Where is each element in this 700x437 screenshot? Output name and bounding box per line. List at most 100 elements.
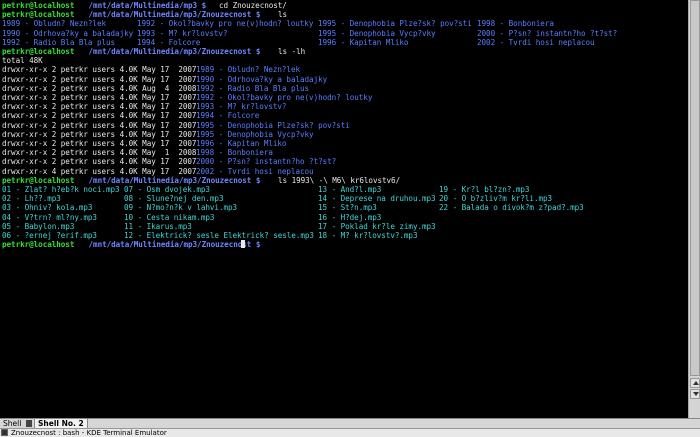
directory-entry: 17 - Poklad kr?le zimy.mp3	[318, 221, 436, 231]
directory-entry: 02 - Lh??.mp3	[2, 194, 61, 204]
terminal-line: drwxr-xr-x 2 petrkr users 4.0K May 17 20…	[2, 157, 686, 166]
directory-entry: 03 - Ohniv? kola.mp3	[2, 203, 93, 213]
terminal-line: 04 - V?trn? ml?ny.mp3 10 - Cesta nikam.mp…	[2, 213, 686, 222]
directory-entry: 10 - Cesta nikam.mp3	[124, 212, 215, 222]
tab-label: Shell	[3, 419, 22, 428]
directory-entry: 1990 - Odrhova?ky a baladajky	[196, 74, 328, 84]
terminal-text: drwxr-xr-x 2 petrkr users 4.0K May 17 20…	[2, 120, 201, 130]
directory-entry: 16 - H?dej.mp3	[318, 212, 382, 222]
prompt-path: /mnt/data/Multinedia/mp3/Znouzecnost $	[84, 240, 265, 250]
terminal-line: 1992 - Radio Bla Bla plus 1994 - Folcore 1…	[2, 38, 686, 47]
directory-entry: 1993 - M? kr?lovstv?	[196, 102, 287, 112]
scroll-up-arrow-icon[interactable]	[690, 378, 700, 388]
directory-entry: 1994 - Folcore	[196, 111, 260, 121]
terminal-text: drwxr-xr-x 4 petrkr users 4.0K May 17 20…	[2, 166, 201, 176]
directory-entry: 1992 - Radio Bla Bla plus	[196, 83, 310, 93]
directory-entry: 1989 - Obludn? Nezn?lek	[2, 19, 107, 29]
directory-entry: 07 - Osm dvojek.mp3	[124, 185, 210, 194]
directory-entry: 18 - M? kr?lovstv?.mp3	[318, 231, 418, 240]
directory-entry: 20 - O b?zliv?m kr?li.mp3	[439, 194, 553, 204]
terminal-text: drwxr-xr-x 2 petrkr users 4.0K May 17 20…	[2, 139, 201, 148]
terminal-line: drwxr-xr-x 2 petrkr users 4.0K May 17 20…	[2, 121, 686, 130]
terminal-line: petrkr@localhost /mnt/data/Multinedia/mp…	[2, 240, 686, 249]
terminal-line: drwxr-xr-x 2 petrkr users 4.0K May 17 20…	[2, 139, 686, 148]
terminal-line: drwxr-xr-x 2 petrkr users 4.0K May 17 20…	[2, 75, 686, 84]
terminal-line: petrkr@localhost /mnt/data/Multinedia/mp…	[2, 176, 686, 185]
directory-entry: 1998 - Bonboniera	[196, 148, 273, 158]
directory-entry: 1990 - Odrhova?ky a baladajky	[2, 28, 134, 38]
directory-entry: 1993 - M? kr?lovstv?	[137, 28, 228, 38]
prompt-user-host: petrkr@localhost	[2, 47, 75, 56]
directory-entry: 12 - Elektrick? sesle Elektrick? sesle.m…	[124, 231, 314, 240]
terminal-line: drwxr-xr-x 2 petrkr users 4.0K May 17 20…	[2, 102, 686, 111]
directory-entry: 14 - Deprese na druhou.mp3	[318, 194, 436, 204]
directory-entry: 1995 - Denophobia Vycp?vky	[318, 28, 436, 38]
scroll-down-arrow-icon[interactable]	[690, 389, 700, 399]
scrollbar-thumb[interactable]	[690, 0, 700, 376]
directory-entry: 2002 - Tvrdi hosi neplacou	[196, 166, 314, 176]
terminal-line: petrkr@localhost /mnt/data/Multinedia/mp…	[2, 1, 686, 10]
terminal-output[interactable]: petrkr@localhost /mnt/data/Multinedia/mp…	[0, 0, 688, 418]
terminal-text: cd Znouzecnost/	[219, 1, 287, 10]
terminal-line: drwxr-xr-x 2 petrkr users 4.0K May 17 20…	[2, 65, 686, 74]
directory-entry: 2000 - P?sn? instantn?ho ?t?st?	[196, 157, 337, 167]
directory-entry: 1992 - Okol?bavky pro ne(v)hodn? loutky	[196, 93, 373, 102]
terminal-line: drwxr-xr-x 2 petrkr users 4.0K May 17 20…	[2, 130, 686, 139]
directory-entry: 06 - ?ernej ?erif.mp3	[2, 231, 97, 240]
tab-shell-no-2[interactable]: Shell No. 2	[34, 419, 88, 428]
directory-entry: 1995 - Denophobia Vycp?vky	[196, 129, 314, 139]
directory-entry: 1996 - Kapitan Mliko	[318, 37, 409, 47]
terminal-line: 1990 - Odrhova?ky a baladajky 1993 - M? k…	[2, 29, 686, 38]
terminal-text: total 48K	[2, 56, 43, 66]
directory-entry: 13 - And?l.mp3	[318, 185, 382, 194]
terminal-line: drwxr-xr-x 2 petrkr users 4.0K May 17 20…	[2, 111, 686, 120]
prompt-user-host: petrkr@localhost	[2, 240, 75, 250]
directory-entry: 09 - N?mo?n?k v lahvi.mp3	[124, 203, 238, 213]
terminal-text: drwxr-xr-x 2 petrkr users 4.0K May 17 20…	[2, 93, 201, 102]
directory-entry: 1989 - Obludn? Nezn?lek	[196, 65, 301, 75]
terminal-text: drwxr-xr-x 2 petrkr users 4.0K May 17 20…	[2, 157, 201, 167]
prompt-path: /mnt/data/Multinedia/mp3/Znouzecnost $	[84, 47, 265, 56]
tab-label: Shell No. 2	[38, 419, 84, 428]
terminal-text: drwxr-xr-x 2 petrkr users 4.0K Aug 4 200…	[2, 83, 201, 93]
window-title: Znouzecnost : bash - KDE Terminal Emulat…	[11, 429, 167, 437]
terminal-text: drwxr-xr-x 2 petrkr users 4.0K May 17 20…	[2, 111, 201, 121]
terminal-text: ls 1993\ -\ M6\ kr6lovstv6/	[278, 175, 401, 185]
prompt-path: /mnt/data/Multinedia/mp3/Znouzecnost $	[84, 10, 265, 20]
terminal-text: drwxr-xr-x 2 petrkr users 4.0K May 17 20…	[2, 129, 201, 139]
directory-entry: 11 - Ikarus.mp3	[124, 221, 192, 231]
terminal-line: 01 - Zlat? h?eb?k noci.mp3 07 - Osm dvoje…	[2, 185, 686, 194]
tab-bar: Shell Shell No. 2	[0, 418, 700, 428]
terminal-text: drwxr-xr-x 2 petrkr users 4.0K May 17 20…	[2, 65, 201, 75]
directory-entry: 1992 - Okol?bavky pro ne(v)hodn? loutky	[137, 19, 314, 29]
konsole-icon	[1, 429, 8, 436]
terminal-line: 06 - ?ernej ?erif.mp3 12 - Elektrick? ses…	[2, 231, 686, 240]
text-cursor	[240, 240, 245, 249]
terminal-icon	[26, 420, 32, 427]
prompt-user-host: petrkr@localhost	[2, 1, 75, 10]
directory-entry: 05 - Babylon.mp3	[2, 221, 75, 231]
window-titlebar[interactable]: Znouzecnost : bash - KDE Terminal Emulat…	[0, 428, 700, 437]
terminal-text: drwxr-xr-x 2 petrkr users 4.0K May 1 200…	[2, 148, 201, 158]
prompt-path: /mnt/data/Multinedia/mp3 $	[84, 1, 211, 10]
terminal-line: drwxr-xr-x 2 petrkr users 4.0K May 17 20…	[2, 93, 686, 102]
directory-entry: 08 - Slune?nej den.mp3	[124, 194, 224, 204]
directory-entry: 2000 - P?sn? instantn?ho ?t?st?	[477, 28, 618, 38]
directory-entry: 2002 - Tvrdi hosi neplacou	[477, 37, 595, 47]
directory-entry: 1994 - Folcore	[137, 37, 201, 47]
terminal-line: drwxr-xr-x 2 petrkr users 4.0K May 1 200…	[2, 148, 686, 157]
terminal-line: total 48K	[2, 56, 686, 65]
terminal-line: drwxr-xr-x 4 petrkr users 4.0K May 17 20…	[2, 167, 686, 176]
directory-entry: 1995 - Denophobia Plze?sk? pov?sti	[196, 120, 350, 130]
prompt-path: /mnt/data/Multinedia/mp3/Znouzecnost $	[84, 175, 265, 185]
terminal-text: ls	[278, 10, 288, 20]
terminal-text: ls -lh	[278, 47, 306, 56]
tab-shell[interactable]: Shell	[0, 419, 25, 428]
terminal-line: 05 - Babylon.mp3 11 - Ikarus.mp3 17 - Pokl…	[2, 222, 686, 231]
scrollbar[interactable]	[688, 0, 700, 418]
directory-entry: 04 - V?trn? ml?ny.mp3	[2, 212, 97, 222]
directory-entry: 01 - Zlat? h?eb?k noci.mp3	[2, 185, 120, 194]
terminal-line: 1989 - Obludn? Nezn?lek 1992 - Okol?bavky…	[2, 19, 686, 28]
prompt-user-host: petrkr@localhost	[2, 175, 75, 185]
directory-entry: 22 - Balada o divok?m z?pad?.mp3	[439, 203, 584, 213]
